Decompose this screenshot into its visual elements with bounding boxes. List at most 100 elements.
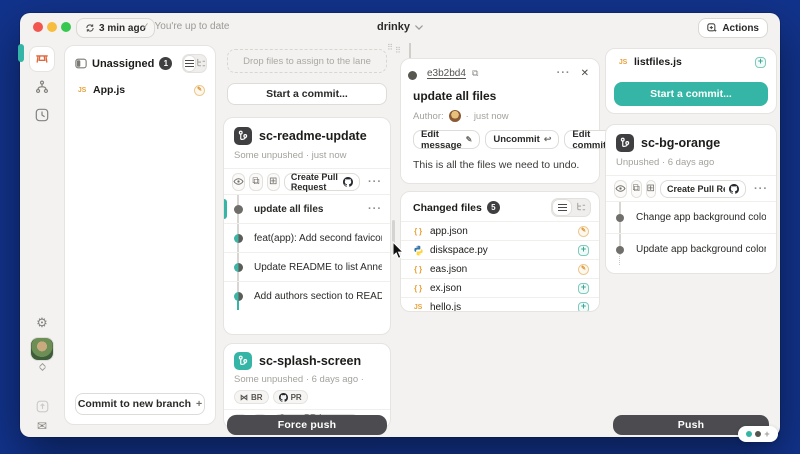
unassigned-file-row[interactable]: App.js bbox=[65, 79, 215, 101]
watch-button[interactable] bbox=[614, 180, 627, 198]
sidebar-item-history[interactable] bbox=[29, 102, 55, 128]
butler-review-icon: ⋈ bbox=[240, 393, 248, 402]
start-commit-label: Start a commit... bbox=[650, 88, 732, 100]
commit-detail-panel: ⠿ e3b2bd4 ⧉ ··· ✕ update all files Autho… bbox=[399, 30, 601, 430]
review-chip[interactable]: ⋈ BR bbox=[234, 390, 269, 404]
commit-row[interactable]: feat(app): Add second favicon to ... bbox=[224, 223, 390, 252]
js-file-icon bbox=[75, 87, 89, 94]
file-row[interactable]: diskspace.py bbox=[401, 240, 599, 259]
commit-to-new-branch-button[interactable]: Commit to new branch + bbox=[75, 393, 205, 415]
lane-readme: ⠿ Drop files to assign to the lane Start… bbox=[219, 45, 395, 437]
drop-hint: Drop files to assign to the lane bbox=[243, 56, 371, 67]
actions-label: Actions bbox=[722, 23, 759, 34]
sidebar-item-branches[interactable] bbox=[29, 74, 55, 100]
pr-chip[interactable]: PR bbox=[273, 390, 308, 404]
list-view-button[interactable] bbox=[553, 200, 571, 215]
lane-drag-handle[interactable]: ⠿ bbox=[395, 46, 401, 55]
close-icon[interactable]: ✕ bbox=[581, 68, 589, 79]
sidebar: ⚙ ✉ bbox=[20, 43, 64, 437]
review-button[interactable]: ⊞ bbox=[267, 173, 280, 191]
lane-drag-handle[interactable]: ⠿ bbox=[387, 43, 393, 52]
commit-row[interactable]: Change app background color t... bbox=[606, 201, 776, 233]
chevron-up-icon bbox=[39, 363, 46, 367]
watch-button[interactable] bbox=[232, 173, 245, 191]
sidebar-item-feedback[interactable]: ✉ bbox=[29, 413, 55, 439]
file-row[interactable]: listfiles.js bbox=[606, 49, 776, 70]
file-row[interactable]: app.json bbox=[401, 221, 599, 240]
branch-name[interactable]: sc-readme-update bbox=[259, 129, 367, 143]
view-toggle bbox=[182, 54, 207, 73]
branch-name[interactable]: sc-splash-screen bbox=[259, 354, 361, 368]
branch-menu-button[interactable]: ··· bbox=[368, 176, 382, 188]
tree-view-button[interactable] bbox=[196, 55, 206, 70]
time-sep: · bbox=[466, 111, 469, 122]
stack-dot[interactable] bbox=[755, 431, 761, 437]
commit-detail-menu[interactable]: ··· bbox=[557, 67, 571, 79]
commit-dot-local bbox=[616, 246, 624, 254]
stack-pagination[interactable]: + bbox=[738, 426, 778, 442]
commit-row[interactable]: Update README to list Anne as pr... bbox=[224, 252, 390, 281]
author-avatar bbox=[449, 110, 461, 122]
modified-status-icon bbox=[578, 226, 589, 237]
push-label: Push bbox=[678, 419, 704, 431]
sidebar-item-settings[interactable]: ⚙ bbox=[29, 310, 55, 336]
file-row[interactable]: ex.json bbox=[401, 278, 599, 297]
file-row[interactable]: eas.json bbox=[401, 259, 599, 278]
create-pr-label: Create Pull Request bbox=[291, 172, 339, 192]
added-status-icon bbox=[578, 302, 589, 313]
python-file-icon bbox=[413, 245, 424, 256]
github-icon bbox=[729, 184, 739, 194]
list-view-button[interactable] bbox=[184, 56, 194, 71]
stack-dot-active[interactable] bbox=[746, 431, 752, 437]
changed-files-count-badge: 5 bbox=[487, 201, 500, 214]
file-row[interactable]: hello.js bbox=[401, 297, 599, 312]
start-commit-button[interactable]: Start a commit... bbox=[227, 83, 387, 105]
file-name: listfiles.js bbox=[634, 56, 682, 68]
file-name: app.json bbox=[430, 226, 468, 237]
gear-icon: ⚙ bbox=[36, 315, 48, 331]
review-button[interactable]: ⊞ bbox=[646, 180, 657, 198]
create-pr-label: Create Pull Req... bbox=[667, 184, 725, 194]
tree-view-button[interactable] bbox=[572, 199, 590, 214]
commit-menu-button[interactable]: ··· bbox=[368, 203, 382, 215]
commit-dot-local bbox=[616, 214, 624, 222]
file-name: eas.json bbox=[430, 264, 467, 275]
drop-zone[interactable]: Drop files to assign to the lane bbox=[227, 49, 387, 73]
sidebar-item-workspace[interactable] bbox=[29, 46, 55, 72]
create-pr-button[interactable]: Create Pull Request bbox=[284, 173, 360, 191]
edit-message-button[interactable]: Edit message ✎ bbox=[413, 130, 480, 149]
commit-row[interactable]: update all files ··· bbox=[224, 194, 390, 223]
commit-hash[interactable]: e3b2bd4 bbox=[427, 68, 466, 79]
start-commit-button[interactable]: Start a commit... bbox=[614, 82, 768, 106]
file-name: diskspace.py bbox=[430, 245, 488, 256]
mail-icon: ✉ bbox=[37, 419, 47, 433]
branch-name[interactable]: sc-bg-orange bbox=[641, 136, 720, 150]
force-push-label: Force push bbox=[278, 419, 337, 431]
added-status-icon bbox=[755, 57, 766, 68]
add-stack-button[interactable]: + bbox=[764, 429, 769, 439]
copy-branch-button[interactable]: ⧉ bbox=[631, 180, 642, 198]
plus-icon: + bbox=[196, 398, 202, 410]
commit-row[interactable]: Update app background color t... bbox=[606, 233, 776, 265]
force-push-button[interactable]: Force push bbox=[227, 415, 387, 435]
lane-orange: listfiles.js Start a commit... sc-bg-ora… bbox=[605, 45, 777, 437]
undo-icon: ↩ bbox=[544, 134, 552, 145]
changed-files-title: Changed files bbox=[413, 202, 482, 214]
copy-branch-button[interactable]: ⧉ bbox=[249, 173, 262, 191]
commit-dot-local bbox=[234, 205, 243, 214]
added-status-icon bbox=[578, 245, 589, 256]
uncommit-button[interactable]: Uncommit ↩ bbox=[485, 130, 559, 149]
commit-detail-card: e3b2bd4 ⧉ ··· ✕ update all files Author:… bbox=[400, 58, 600, 184]
actions-icon bbox=[707, 23, 718, 34]
history-icon bbox=[35, 108, 49, 122]
branch-menu-button[interactable]: ··· bbox=[754, 183, 768, 195]
profile-switcher[interactable] bbox=[34, 363, 50, 371]
create-pr-button[interactable]: Create Pull Req... bbox=[660, 180, 746, 198]
sidebar-profile[interactable] bbox=[30, 337, 54, 361]
actions-button[interactable]: Actions bbox=[698, 18, 768, 38]
commit-row[interactable]: Add authors section to README file bbox=[224, 281, 390, 310]
commit-time: just now bbox=[474, 111, 509, 122]
commit-to-new-branch-label: Commit to new branch bbox=[78, 398, 191, 410]
author-label: Author: bbox=[413, 111, 444, 122]
copy-hash-icon[interactable]: ⧉ bbox=[472, 68, 478, 79]
